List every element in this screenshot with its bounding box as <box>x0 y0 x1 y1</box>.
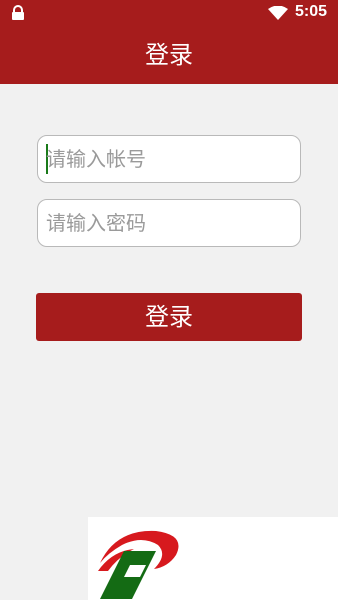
status-time: 5:05 <box>295 3 328 20</box>
lock-icon <box>12 5 24 20</box>
password-field[interactable] <box>37 199 301 247</box>
account-field[interactable] <box>37 135 301 183</box>
app-bar: 登录 <box>0 26 338 84</box>
password-input[interactable] <box>46 200 294 246</box>
page-title: 登录 <box>145 41 193 69</box>
brand-logo-icon <box>98 530 179 599</box>
login-button[interactable]: 登录 <box>36 293 302 341</box>
account-input[interactable] <box>46 136 294 182</box>
status-bar: 5:05 <box>0 0 338 26</box>
logo-area <box>88 517 338 600</box>
wifi-icon <box>268 6 288 20</box>
